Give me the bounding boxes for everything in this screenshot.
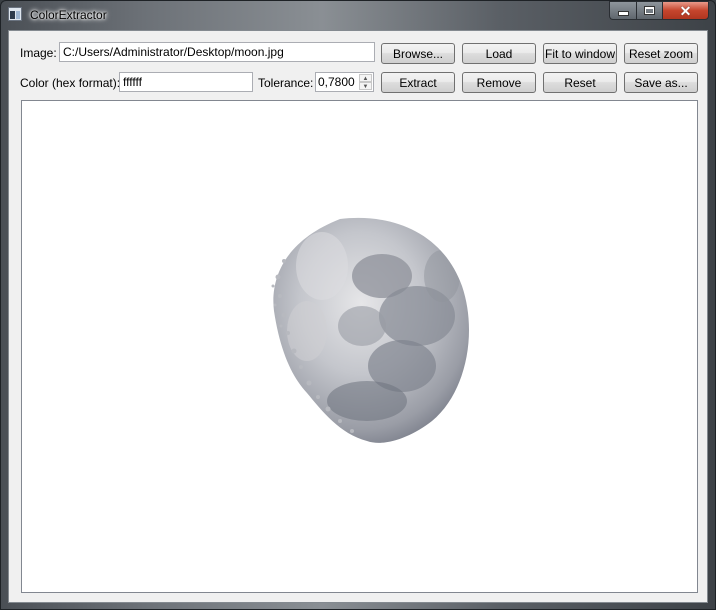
browse-button[interactable]: Browse...	[381, 43, 455, 64]
image-label: Image:	[20, 46, 57, 60]
load-button[interactable]: Load	[462, 43, 536, 64]
tolerance-label: Tolerance:	[258, 76, 314, 90]
reset-button[interactable]: Reset	[543, 72, 617, 93]
caption-buttons: ✕	[609, 1, 709, 20]
tolerance-value[interactable]: 0,7800	[318, 75, 355, 89]
image-path-input[interactable]: C:/Users/Administrator/Desktop/moon.jpg	[59, 42, 375, 62]
extract-button[interactable]: Extract	[381, 72, 455, 93]
close-icon: ✕	[679, 2, 692, 19]
reset-zoom-button[interactable]: Reset zoom	[624, 43, 698, 64]
close-button[interactable]: ✕	[662, 1, 709, 20]
title-bar[interactable]: ColorExtractor ✕	[1, 1, 715, 29]
main-panel: Image: C:/Users/Administrator/Desktop/mo…	[8, 30, 708, 603]
spin-arrows: ▲ ▼	[359, 74, 372, 90]
minimize-icon	[617, 11, 629, 16]
image-preview-area[interactable]	[21, 100, 698, 593]
app-window-icon[interactable]	[8, 7, 22, 21]
spin-up-arrow-icon[interactable]: ▲	[359, 74, 372, 82]
tolerance-spinbox[interactable]: 0,7800 ▲ ▼	[315, 72, 374, 92]
color-label: Color (hex format):	[20, 76, 121, 90]
window-title: ColorExtractor	[30, 8, 107, 22]
save-as-button[interactable]: Save as...	[624, 72, 698, 93]
remove-button[interactable]: Remove	[462, 72, 536, 93]
minimize-button[interactable]	[609, 1, 636, 20]
maximize-button[interactable]	[636, 1, 662, 20]
app-window: ColorExtractor ✕ Image: C:/Users/Adminis…	[0, 0, 716, 610]
moon-image	[271, 217, 470, 443]
color-hex-input[interactable]: ffffff	[119, 72, 253, 92]
fit-to-window-button[interactable]: Fit to window	[543, 43, 617, 64]
maximize-icon	[644, 6, 655, 15]
spin-down-arrow-icon[interactable]: ▼	[359, 82, 372, 90]
